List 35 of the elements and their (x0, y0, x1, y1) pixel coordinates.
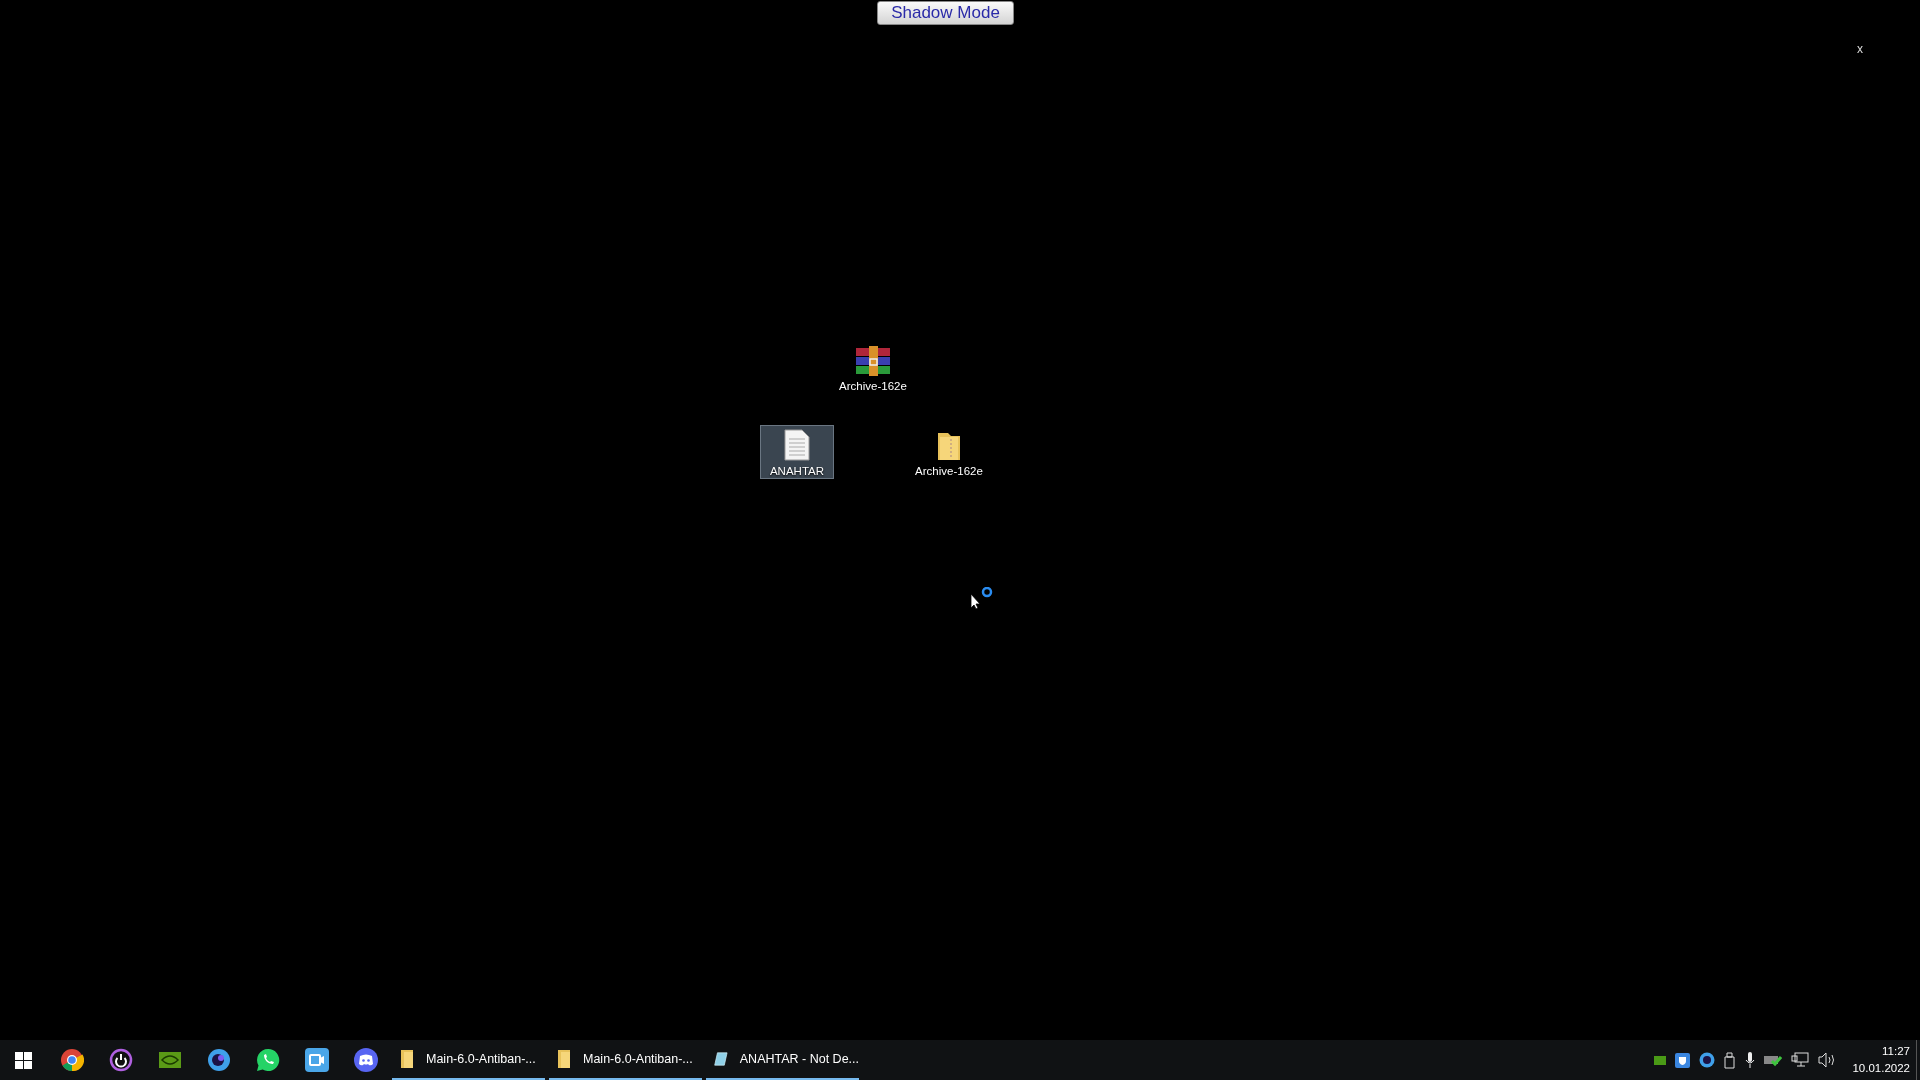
windows-logo-icon (15, 1051, 32, 1069)
taskbar-window-button[interactable]: Main-6.0-Antiban-... (392, 1040, 545, 1080)
folder-icon (557, 1049, 571, 1069)
shadow-mode-button[interactable]: Shadow Mode (877, 1, 1014, 25)
archive-books-icon (856, 346, 890, 376)
folder-icon (400, 1049, 414, 1069)
close-button[interactable]: x (1857, 42, 1863, 56)
microphone-icon[interactable] (1745, 1051, 1756, 1069)
camera-tile-icon (304, 1048, 329, 1072)
power-ring-icon (108, 1048, 133, 1072)
notepad-icon (714, 1049, 728, 1069)
game-controller-icon (353, 1048, 378, 1072)
folder-icon (936, 431, 962, 461)
icon-label: Archive-162e (839, 380, 907, 392)
network-icon[interactable] (1791, 1052, 1810, 1068)
orb-icon[interactable] (1699, 1052, 1716, 1068)
volume-icon[interactable] (1818, 1052, 1837, 1068)
orb-icon (206, 1048, 231, 1072)
clock-date: 10.01.2022 (1852, 1061, 1910, 1076)
desktop-icon[interactable]: Archive-162e (836, 340, 910, 394)
phone-bubble-icon (255, 1048, 280, 1072)
icon-label: ANAHTAR (769, 465, 825, 477)
desktop-icon[interactable]: ANAHTAR (760, 425, 834, 479)
icon-label: Archive-162e (915, 465, 983, 477)
busy-cursor-icon (970, 587, 994, 609)
clock[interactable]: 11:27 10.01.2022 (1852, 1043, 1910, 1077)
clock-time: 11:27 (1882, 1044, 1910, 1059)
desktop-icon[interactable]: Archive-162e (912, 425, 986, 479)
tricolor-circle-icon (59, 1048, 84, 1072)
shield-tile-icon[interactable] (1675, 1052, 1691, 1068)
document-icon (784, 429, 810, 461)
taskbar-window-button[interactable]: ANAHTAR - Not De... (706, 1040, 859, 1080)
usb-drive-icon[interactable] (1724, 1051, 1737, 1069)
drive-check-icon[interactable] (1764, 1053, 1783, 1067)
taskbar-window-button[interactable]: Main-6.0-Antiban-... (549, 1040, 702, 1080)
